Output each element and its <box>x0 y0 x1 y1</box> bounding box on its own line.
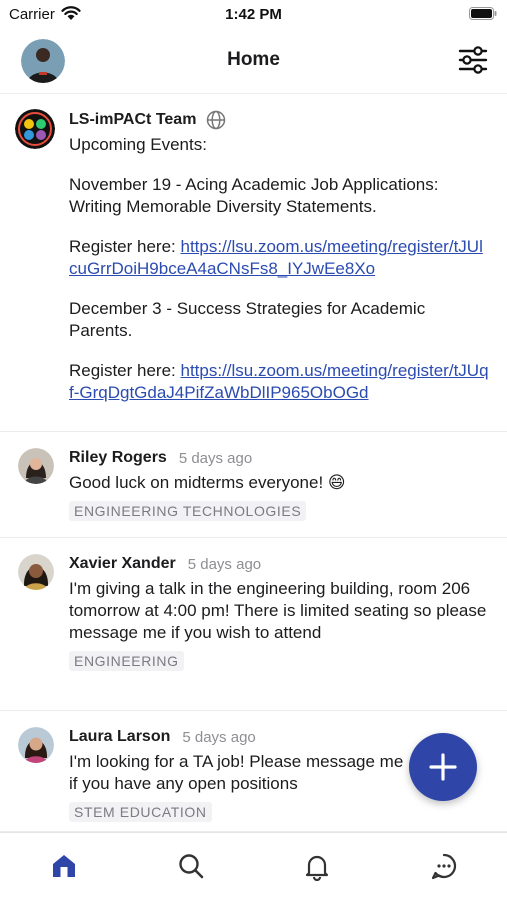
plus-icon <box>429 753 457 781</box>
category-tag[interactable]: ENGINEERING <box>69 651 184 671</box>
home-icon[interactable] <box>49 851 79 881</box>
post-paragraph: Upcoming Events: <box>69 135 207 154</box>
post-item[interactable]: Xavier Xander 5 days ago I'm giving a ta… <box>0 538 507 711</box>
battery-icon <box>469 7 497 20</box>
register-prefix: Register here: <box>69 237 181 256</box>
post-paragraph: December 3 - Success Strategies for Acad… <box>69 299 426 340</box>
profile-avatar[interactable] <box>21 39 65 83</box>
author-avatar[interactable] <box>15 109 55 149</box>
compose-post-button[interactable] <box>409 733 477 801</box>
bell-icon[interactable] <box>302 851 332 881</box>
status-bar: Carrier 1:42 PM <box>0 0 507 28</box>
chat-bubble-icon[interactable] <box>429 851 459 881</box>
author-avatar[interactable] <box>18 727 54 763</box>
author-name[interactable]: Laura Larson <box>69 728 170 746</box>
post-text: I'm looking for a TA job! Please message… <box>69 752 404 793</box>
category-tag[interactable]: STEM EDUCATION <box>69 802 212 822</box>
author-name[interactable]: Xavier Xander <box>69 555 176 573</box>
author-avatar[interactable] <box>18 554 54 590</box>
nav-bar: Home <box>0 28 507 94</box>
post-text: Good luck on midterms everyone! 😄 <box>69 473 346 492</box>
category-tag[interactable]: ENGINEERING TECHNOLOGIES <box>69 501 307 521</box>
post-timestamp: 5 days ago <box>182 728 256 746</box>
post-text: I'm giving a talk in the engineering bui… <box>69 579 487 642</box>
feed[interactable]: LS-imPACt Team Upcoming Events: November… <box>0 94 507 832</box>
status-time: 1:42 PM <box>225 6 282 23</box>
register-line: Register here: https://lsu.zoom.us/meeti… <box>69 236 489 280</box>
filter-settings-icon[interactable] <box>457 45 489 75</box>
post-timestamp: 5 days ago <box>178 449 253 467</box>
globe-icon <box>207 110 226 130</box>
author-name[interactable]: Riley Rogers <box>69 449 167 467</box>
post-timestamp: 5 days ago <box>187 555 262 573</box>
register-line: Register here: https://lsu.zoom.us/meeti… <box>69 360 489 404</box>
register-prefix: Register here: <box>69 361 181 380</box>
author-name[interactable]: LS-imPACt Team <box>69 111 196 129</box>
post-item[interactable]: Riley Rogers 5 days ago Good luck on mid… <box>0 432 507 538</box>
post-text: Upcoming Events: November 19 - Acing Aca… <box>69 134 489 404</box>
search-icon[interactable] <box>176 851 206 881</box>
author-avatar[interactable] <box>18 448 54 484</box>
post-item[interactable]: LS-imPACt Team Upcoming Events: November… <box>0 94 507 432</box>
tab-bar <box>0 832 507 900</box>
post-paragraph: November 19 - Acing Academic Job Applica… <box>69 175 439 216</box>
page-title: Home <box>227 49 280 70</box>
